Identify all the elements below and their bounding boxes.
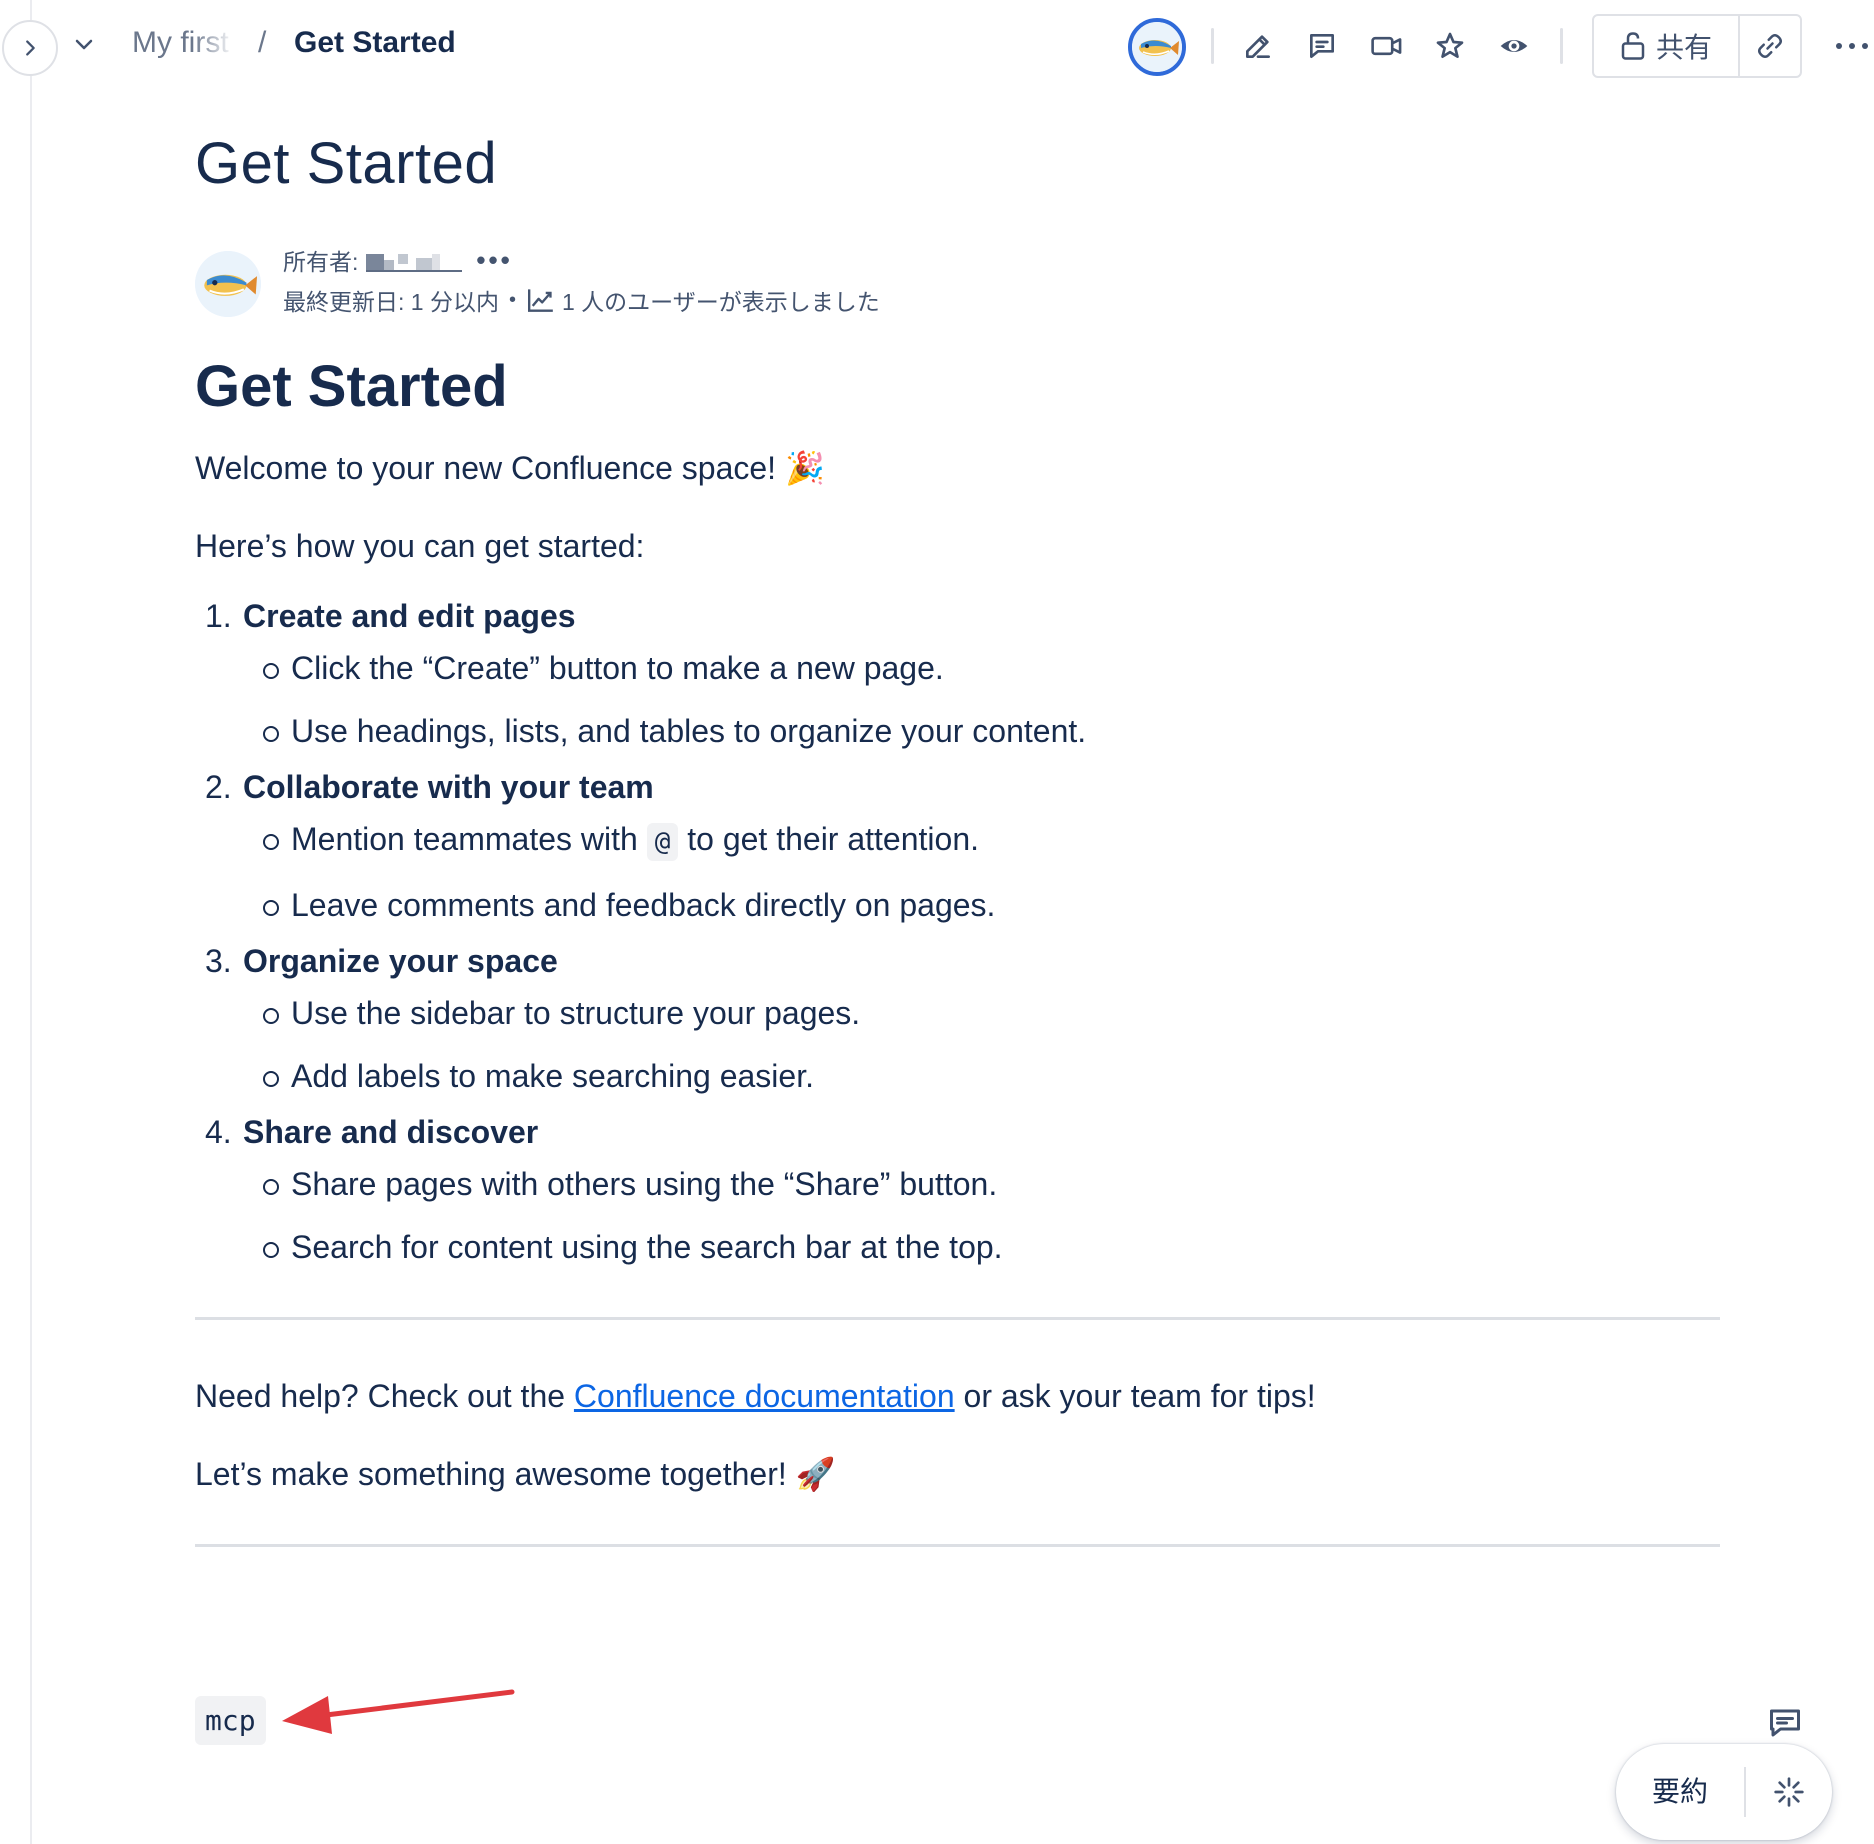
breadcrumb-parent[interactable]: My first space xyxy=(132,26,234,60)
list-item: Leave comments and feedback directly on … xyxy=(263,885,1725,925)
list-item: Use headings, lists, and tables to organ… xyxy=(263,711,1725,751)
comments-button[interactable] xyxy=(1300,24,1344,68)
step-number: 4. xyxy=(205,1114,232,1150)
owner-more-button[interactable]: ••• xyxy=(476,245,512,276)
sparkle-icon xyxy=(1774,1777,1804,1807)
owner-name-redacted[interactable] xyxy=(366,252,463,272)
toolbar-divider xyxy=(1560,28,1563,64)
annotation-arrow-icon xyxy=(282,1689,515,1734)
owner-label: 所有者: xyxy=(283,249,359,275)
list-item: Add labels to make searching easier. xyxy=(263,1056,1725,1096)
summarize-button[interactable]: 要約 xyxy=(1616,1767,1746,1817)
watch-button[interactable] xyxy=(1492,24,1536,68)
steps-list: 1. Create and edit pages Click the “Crea… xyxy=(195,596,1725,1267)
chevron-down-icon xyxy=(75,39,93,50)
collaborator-avatar[interactable] xyxy=(1128,18,1186,76)
edit-icon xyxy=(1246,35,1270,58)
inline-code: @ xyxy=(646,823,679,861)
toolbar-divider xyxy=(1211,28,1214,64)
content-heading: Get Started xyxy=(195,354,508,419)
confluence-page: My first space / Get Started xyxy=(0,0,1874,1844)
step-number: 2. xyxy=(205,769,232,805)
fish-avatar-icon xyxy=(195,251,261,317)
byline: 所有者: ••• 最終更新日: 1 分以内 • 1 人のユーザーが表示しました xyxy=(195,243,1725,323)
help-text-after: or ask your team for tips! xyxy=(963,1378,1316,1414)
copy-link-button[interactable] xyxy=(1740,16,1800,76)
last-updated: 最終更新日: 1 分以内 xyxy=(283,289,499,315)
help-text-before: Need help? Check out the xyxy=(195,1378,566,1414)
divider xyxy=(195,1544,1720,1547)
share-button[interactable]: 共有 xyxy=(1594,16,1740,76)
step-subitems: Share pages with others using the “Share… xyxy=(243,1164,1725,1267)
video-icon xyxy=(1371,36,1402,56)
step-item: 2. Collaborate with your team Mention te… xyxy=(195,767,1725,925)
ai-button[interactable] xyxy=(1746,1776,1832,1808)
owner-avatar[interactable] xyxy=(195,251,261,317)
inline-code-chip: mcp xyxy=(195,1696,266,1745)
fish-avatar-icon xyxy=(1132,22,1182,72)
expand-sidebar-button[interactable] xyxy=(2,20,58,76)
list-item: Use the sidebar to structure your pages. xyxy=(263,993,1725,1033)
step-title: Create and edit pages xyxy=(243,598,576,634)
watch-icon xyxy=(1500,40,1528,52)
mention-text-after: to get their attention. xyxy=(687,821,979,857)
step-subitems: Use the sidebar to structure your pages.… xyxy=(243,993,1725,1096)
closing-paragraph: Let’s make something awesome together! 🚀 xyxy=(195,1456,836,1492)
list-item: Share pages with others using the “Share… xyxy=(263,1164,1725,1204)
breadcrumb-current[interactable]: Get Started xyxy=(294,26,456,60)
star-button[interactable] xyxy=(1428,24,1472,68)
unlock-icon xyxy=(1621,32,1645,60)
step-item: 1. Create and edit pages Click the “Crea… xyxy=(195,596,1725,751)
inline-comment-button[interactable] xyxy=(1764,1702,1806,1744)
more-icon xyxy=(1836,43,1868,49)
page-views[interactable]: 1 人のユーザーが表示しました xyxy=(526,283,880,317)
comment-icon xyxy=(1770,1709,1800,1737)
step-title: Collaborate with your team xyxy=(243,769,654,805)
step-number: 1. xyxy=(205,598,232,634)
chevron-right-icon xyxy=(26,40,35,56)
page-content: Get Started 所有者: ••• 最終更新日: 1 分以内 • 1 人の… xyxy=(195,130,1725,1547)
breadcrumb-expand-button[interactable] xyxy=(66,26,102,62)
list-item: Mention teammates with @ to get their at… xyxy=(263,819,1725,862)
star-icon xyxy=(1436,32,1464,58)
list-item: Click the “Create” button to make a new … xyxy=(263,648,1725,688)
more-actions-button[interactable] xyxy=(1830,24,1874,68)
documentation-link[interactable]: Confluence documentation xyxy=(574,1378,955,1414)
share-label: 共有 xyxy=(1655,32,1712,63)
mention-text-before: Mention teammates with xyxy=(291,821,638,857)
meta-line: 最終更新日: 1 分以内 • 1 人のユーザーが表示しました xyxy=(283,283,880,317)
analytics-icon xyxy=(527,289,553,312)
top-bar: My first space / Get Started xyxy=(0,0,1874,92)
step-number: 3. xyxy=(205,943,232,979)
link-icon xyxy=(1757,33,1783,59)
summary-pill: 要約 xyxy=(1616,1744,1832,1840)
breadcrumb-separator: / xyxy=(258,26,267,59)
step-item: 3. Organize your space Use the sidebar t… xyxy=(195,941,1725,1096)
divider xyxy=(195,1317,1720,1320)
page-views-label: 1 人のユーザーが表示しました xyxy=(561,289,880,315)
comment-icon xyxy=(1310,34,1334,58)
step-subitems: Mention teammates with @ to get their at… xyxy=(243,819,1725,925)
list-item: Search for content using the search bar … xyxy=(263,1227,1725,1267)
meta-separator: • xyxy=(508,288,516,311)
step-title: Share and discover xyxy=(243,1114,539,1150)
intro-paragraph: Here’s how you can get started: xyxy=(195,528,645,564)
video-button[interactable] xyxy=(1365,24,1409,68)
step-item: 4. Share and discover Share pages with o… xyxy=(195,1112,1725,1267)
page-title: Get Started xyxy=(195,131,498,196)
owner-line: 所有者: ••• xyxy=(283,243,513,277)
help-paragraph: Need help? Check out the Confluence docu… xyxy=(195,1376,1725,1416)
step-title: Organize your space xyxy=(243,943,558,979)
step-subitems: Click the “Create” button to make a new … xyxy=(243,648,1725,751)
welcome-paragraph: Welcome to your new Confluence space! 🎉 xyxy=(195,450,825,486)
edit-button[interactable] xyxy=(1236,24,1280,68)
sidebar-edge xyxy=(30,0,32,1844)
share-group: 共有 xyxy=(1592,14,1802,78)
